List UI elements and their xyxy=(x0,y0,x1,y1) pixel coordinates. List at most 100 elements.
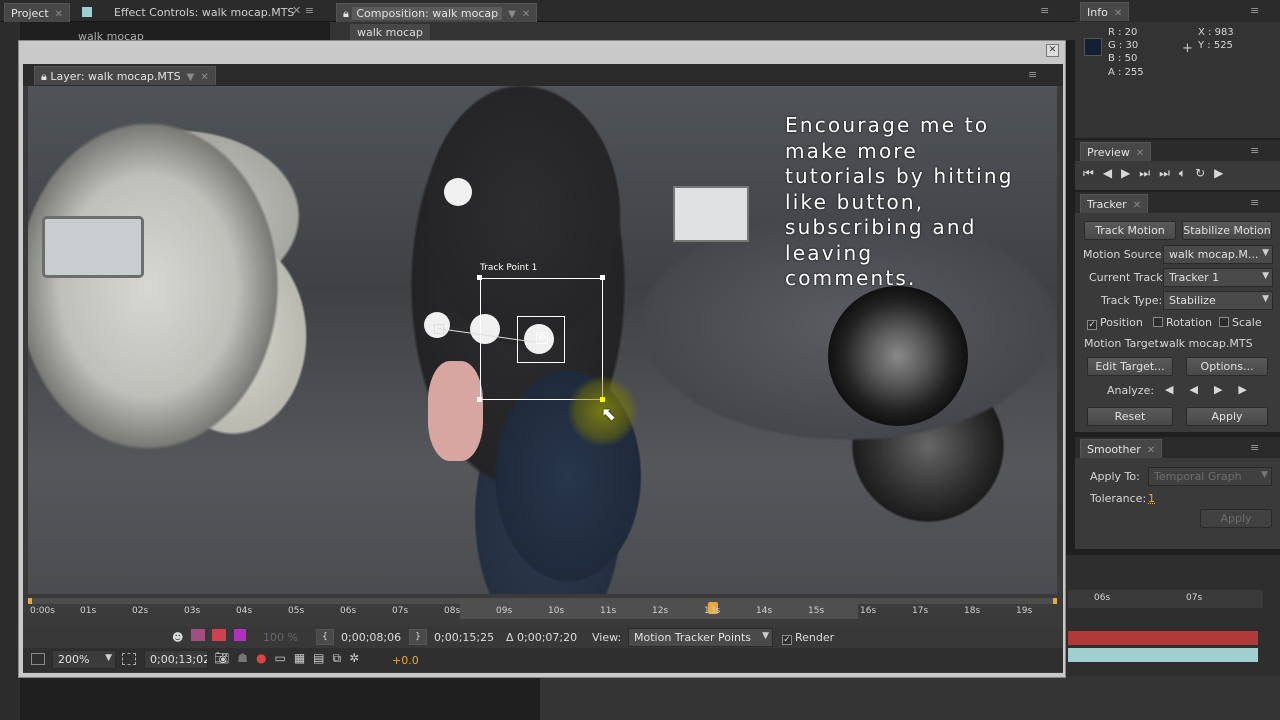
time-ruler[interactable]: 0:00s 01s 02s 03s 04s 05s 06s 07s 08s 09s 10s 11s 12… xyxy=(28,598,1057,622)
panel-menu-icon[interactable]: ≡ xyxy=(1250,441,1259,454)
tab-effect-label: Effect Controls: walk mocap.MTS xyxy=(114,6,295,19)
smoother-apply-button[interactable]: Apply xyxy=(1200,509,1272,528)
analyze-forward-frame-icon[interactable]: ▶ xyxy=(1214,383,1238,396)
panel-menu-icon[interactable]: ≡ xyxy=(1250,4,1259,17)
current-time-field[interactable]: 0;00;13;02 xyxy=(144,650,208,669)
rotation-label: Rotation xyxy=(1166,316,1213,329)
dropdown-arrow-icon[interactable]: ▼ xyxy=(187,72,195,83)
close-icon[interactable]: ✕ xyxy=(1133,200,1141,211)
handle-icon[interactable] xyxy=(477,275,482,280)
close-icon[interactable]: ✕ xyxy=(55,9,63,20)
solo-person-icon[interactable]: ☻ xyxy=(172,631,183,644)
ruler-end-marker xyxy=(1053,598,1057,604)
view-select[interactable]: Motion Tracker Points ▼ xyxy=(628,628,773,647)
close-icon[interactable]: ✕ xyxy=(1136,148,1144,159)
always-preview-icon[interactable] xyxy=(31,653,45,665)
ruler-tick: 08s xyxy=(444,606,461,616)
ruler-tick: 0:00s xyxy=(30,606,55,616)
tab-info-label: Info xyxy=(1087,6,1108,19)
flowchart-icon[interactable]: ⧉ xyxy=(333,651,350,665)
analyze-back-icon[interactable]: ◀ xyxy=(1165,383,1189,396)
camera-icon[interactable]: 📷︎ xyxy=(214,651,237,665)
effect-icon xyxy=(82,7,92,17)
reset-button[interactable]: Reset xyxy=(1087,407,1173,426)
analyze-forward-icon[interactable]: ▶ xyxy=(1238,383,1262,396)
handle-icon[interactable] xyxy=(600,275,605,280)
analyze-back-frame-icon[interactable]: ◀ xyxy=(1189,383,1213,396)
track-type-value: Stabilize xyxy=(1169,294,1216,307)
panel-menu-icon[interactable]: ≡ xyxy=(1250,196,1259,209)
tab-project[interactable]: Project ✕ xyxy=(4,3,71,22)
prev-frame-icon[interactable]: ◀ xyxy=(1103,166,1121,180)
channels-icon[interactable]: ● xyxy=(256,651,274,665)
audio-icon[interactable]: 🔈︎ xyxy=(1179,166,1195,180)
channel-icon-red[interactable] xyxy=(190,629,205,641)
tab-info[interactable]: Info ✕ xyxy=(1080,2,1130,21)
close-icon[interactable]: ✕ xyxy=(1114,8,1122,19)
apply-to-select[interactable]: Temporal Graph ▼ xyxy=(1148,467,1272,486)
show-snapshot-icon[interactable]: ☗ xyxy=(237,651,256,665)
position-checkbox[interactable]: ✓ Position xyxy=(1087,316,1143,330)
exposure-icon[interactable]: ✲ xyxy=(349,651,367,665)
panel-menu-icon[interactable]: ≡ xyxy=(1028,68,1037,81)
tab-tracker[interactable]: Tracker ✕ xyxy=(1080,194,1149,213)
attach-point-icon[interactable]: ⊕ xyxy=(536,332,548,344)
render-checkbox[interactable]: ✓ Render xyxy=(782,631,834,645)
scale-checkbox[interactable]: Scale xyxy=(1219,316,1262,329)
safe-margins-icon[interactable] xyxy=(122,653,136,665)
fast-preview-icon[interactable]: ▤ xyxy=(313,651,332,665)
close-icon[interactable]: ✕ xyxy=(200,72,208,83)
close-icon[interactable]: ✕ xyxy=(522,9,530,20)
tab-smoother[interactable]: Smoother ✕ xyxy=(1080,439,1163,458)
handle-icon[interactable] xyxy=(600,397,605,402)
white-car xyxy=(28,86,318,506)
tab-layer[interactable]: 🔒︎ Layer: walk mocap.MTS ▼ ✕ xyxy=(34,66,216,85)
stabilize-motion-button[interactable]: Stabilize Motion xyxy=(1182,221,1272,240)
track-motion-button[interactable]: Track Motion xyxy=(1084,221,1176,240)
close-icon[interactable]: ✕ xyxy=(1147,445,1155,456)
rotation-checkbox[interactable]: Rotation xyxy=(1153,316,1212,329)
track-point-label: Track Point 1 xyxy=(480,263,538,273)
layer-bar-red[interactable] xyxy=(1068,631,1258,645)
ram-preview-icon[interactable]: ▶ xyxy=(1214,166,1232,180)
dropdown-arrow-icon: ▼ xyxy=(762,631,769,641)
video-frame[interactable]: Encourage me to make more tutorials by h… xyxy=(28,86,1057,594)
panel-menu-icon[interactable]: ≡ xyxy=(1040,4,1049,17)
exposure-value[interactable]: +0.0 xyxy=(392,654,419,667)
layer-bar-teal[interactable] xyxy=(1068,648,1258,662)
edit-target-button[interactable]: Edit Target... xyxy=(1087,357,1173,376)
layer-window-close-icon[interactable]: ✕ xyxy=(1046,44,1059,57)
tab-composition[interactable]: 🔒︎ Composition: walk mocap ▼ ✕ xyxy=(336,3,538,22)
current-track-select[interactable]: Tracker 1 ▼ xyxy=(1163,268,1273,287)
loop-icon[interactable]: ↻ xyxy=(1195,166,1214,180)
info-r: R : 20 xyxy=(1108,27,1138,38)
region-icon[interactable]: ▭ xyxy=(274,651,293,665)
apply-button[interactable]: Apply xyxy=(1186,407,1268,426)
transparency-grid-icon[interactable]: ▦ xyxy=(294,651,313,665)
info-g: G : 30 xyxy=(1108,40,1139,51)
panel-menu-icon[interactable]: ≡ xyxy=(1250,144,1259,157)
next-frame-icon[interactable]: ⏭ xyxy=(1139,166,1159,180)
set-out-point-icon[interactable]: } xyxy=(409,629,427,645)
info-y: Y : 525 xyxy=(1198,40,1233,51)
last-frame-icon[interactable]: ⏭ xyxy=(1159,166,1179,180)
dropdown-arrow-icon[interactable]: ▼ xyxy=(508,9,516,20)
panel-menu-icon[interactable]: ✕ ≡ xyxy=(292,4,314,17)
channel-icon-pink[interactable] xyxy=(212,629,227,641)
track-type-select[interactable]: Stabilize ▼ xyxy=(1163,291,1273,310)
view-value: Motion Tracker Points xyxy=(634,631,752,644)
motion-source-select[interactable]: walk mocap.M... ▼ xyxy=(1163,245,1273,264)
color-label-icon[interactable] xyxy=(233,629,246,641)
set-in-point-icon[interactable]: { xyxy=(316,629,334,645)
tab-effect-controls[interactable]: Effect Controls: walk mocap.MTS xyxy=(76,3,300,22)
timeline-tick-06s: 06s xyxy=(1094,593,1111,603)
first-frame-icon[interactable]: ⏮ xyxy=(1083,166,1103,180)
play-icon[interactable]: ▶ xyxy=(1121,166,1139,180)
tolerance-value[interactable]: 1 xyxy=(1148,492,1155,505)
handle-icon[interactable] xyxy=(477,397,482,402)
tab-preview[interactable]: Preview ✕ xyxy=(1080,142,1152,161)
composition-subtab[interactable]: walk mocap xyxy=(350,24,430,41)
options-button[interactable]: Options... xyxy=(1186,357,1268,376)
viewer-icons: 📷︎☗●▭▦▤⧉✲ xyxy=(214,651,367,666)
zoom-select[interactable]: 200% ▼ xyxy=(52,650,116,669)
